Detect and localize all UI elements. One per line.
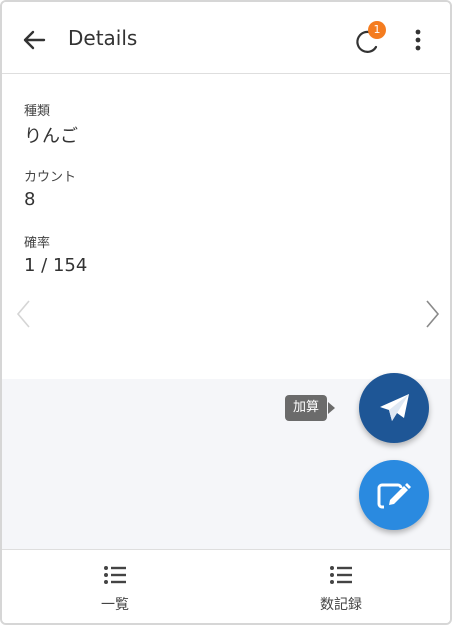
arrow-left-icon (23, 30, 46, 50)
paper-plane-icon (380, 394, 409, 421)
app-frame: Details 1 種類 りんご カウント 8 確率 1 / 154 加算 一覧… (0, 0, 452, 625)
list-icon (104, 566, 126, 584)
send-tooltip: 加算 (285, 395, 328, 421)
field-value-probability: 1 / 154 (24, 255, 88, 276)
back-button[interactable] (18, 24, 50, 56)
field-label-count: カウント (24, 170, 77, 185)
field-label-kind: 種類 (24, 104, 51, 119)
nav-label-record: 数記録 (320, 597, 362, 613)
page-title: Details (68, 26, 138, 50)
more-vertical-icon (415, 29, 421, 51)
bottom-navigation: 一覧 数記録 (2, 549, 450, 623)
chevron-left-icon (16, 300, 30, 328)
previous-button[interactable] (14, 298, 34, 330)
field-value-count: 8 (24, 189, 36, 210)
nav-item-list[interactable]: 一覧 (2, 550, 228, 623)
edit-fab[interactable] (359, 460, 429, 530)
app-header: Details 1 (2, 2, 450, 74)
chevron-right-icon (426, 300, 440, 328)
tooltip-arrow (328, 402, 335, 414)
send-fab[interactable] (359, 373, 429, 443)
field-label-probability: 確率 (24, 236, 51, 251)
next-button[interactable] (422, 298, 442, 330)
list-icon (330, 566, 352, 584)
nav-item-record[interactable]: 数記録 (228, 550, 450, 623)
field-value-kind: りんご (24, 126, 78, 147)
nav-label-list: 一覧 (101, 597, 129, 613)
more-menu-button[interactable] (406, 26, 430, 56)
notification-badge: 1 (368, 21, 386, 39)
edit-icon (377, 483, 412, 510)
